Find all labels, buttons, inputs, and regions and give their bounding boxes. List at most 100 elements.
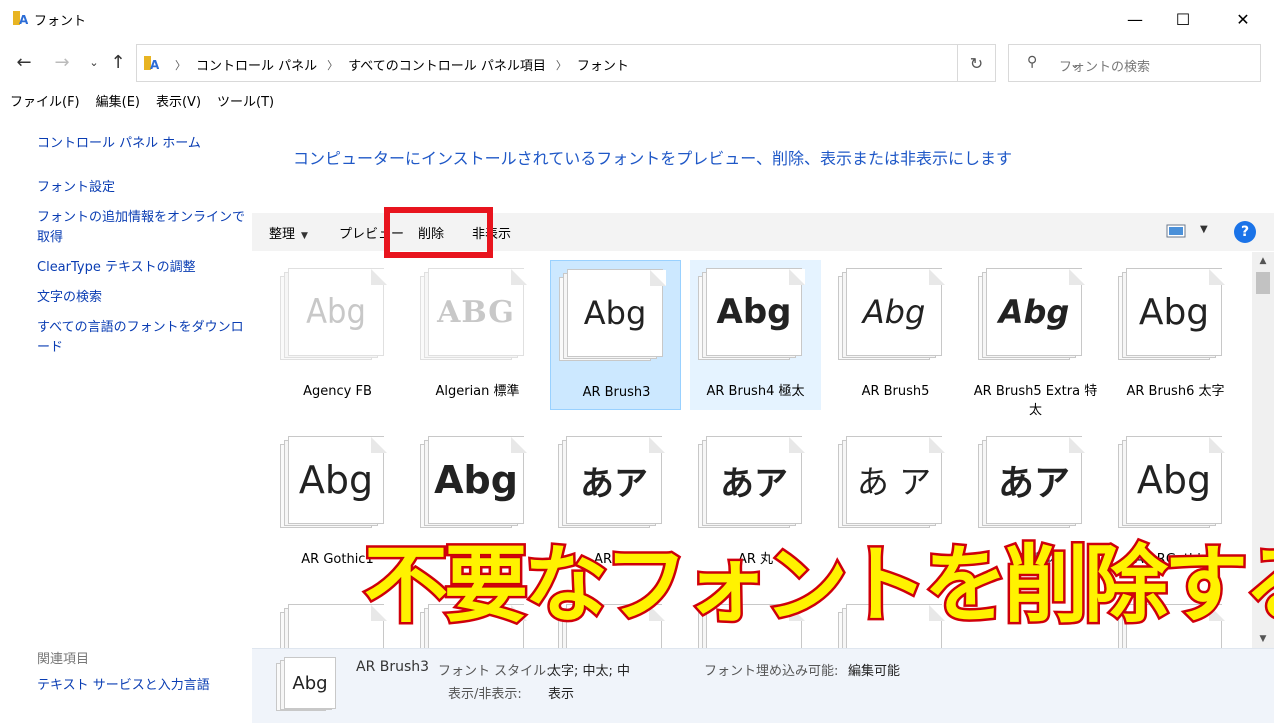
font-file-icon: Abg xyxy=(559,269,666,361)
detail-embed-label: フォント埋め込み可能: xyxy=(704,664,839,679)
chevron-right-icon[interactable]: 〉 xyxy=(327,57,338,73)
menu-file[interactable]: ファイル(F) xyxy=(0,92,86,114)
title-bar: A フォント — ☐ ✕ xyxy=(0,0,1274,38)
caption-text: 不要なフォントを削除する xyxy=(361,534,1274,637)
detail-visibility-value: 表示 xyxy=(548,687,575,702)
font-name-label: Algerian 標準 xyxy=(435,384,520,399)
chevron-right-icon[interactable]: 〉 xyxy=(175,57,186,73)
font-sample: あア xyxy=(997,463,1070,504)
font-name-label: Agency FB xyxy=(303,384,372,399)
menu-bar: ファイル(F) 編集(E) 表示(V) ツール(T) xyxy=(0,92,280,114)
svg-text:A: A xyxy=(150,58,159,71)
font-name-label: AR Brush6 太字 xyxy=(1126,384,1225,399)
dropdown-arrow-icon: ▼ xyxy=(301,231,308,241)
navigation-bar: ← → ⌄ ↑ A 〉 コントロール パネル 〉 すべてのコントロール パネル項… xyxy=(0,42,1274,82)
address-bar[interactable]: A 〉 コントロール パネル 〉 すべてのコントロール パネル項目 〉 フォント… xyxy=(136,44,1080,82)
scroll-thumb[interactable] xyxy=(1256,272,1270,294)
font-sample: Abg xyxy=(998,293,1070,331)
window-title: フォント xyxy=(34,14,87,29)
font-tile[interactable]: Abg AR Brush3 xyxy=(550,260,681,410)
font-name-label: AR Brush5 Extra 特太 xyxy=(973,384,1098,418)
font-sample: Abg xyxy=(1138,291,1210,333)
forward-arrow-icon[interactable]: → xyxy=(50,50,74,74)
detail-embed-value: 編集可能 xyxy=(848,664,901,679)
font-tile[interactable]: ABG Algerian 標準 xyxy=(412,260,543,410)
font-tile[interactable]: Abg Agency FB xyxy=(272,260,403,410)
fonts-folder-icon: A xyxy=(13,11,28,26)
font-sample: あ ア xyxy=(856,463,932,501)
font-sample: Abg xyxy=(1136,458,1212,502)
fonts-folder-icon: A xyxy=(144,56,159,71)
download-fonts-link[interactable]: すべての言語のフォントをダウンロード xyxy=(37,318,252,358)
refresh-icon[interactable]: ↻ xyxy=(958,44,996,82)
font-file-icon: あア xyxy=(558,436,665,528)
font-sample: Abg xyxy=(583,294,647,332)
font-settings-link[interactable]: フォント設定 xyxy=(37,178,115,198)
font-file-icon: Abg xyxy=(420,436,527,528)
font-sample: ABG xyxy=(437,294,515,330)
search-input[interactable]: ⚲ フォントの検索 xyxy=(1008,44,1261,82)
find-character-link[interactable]: 文字の検索 xyxy=(37,288,102,308)
detail-style-label: フォント スタイル: xyxy=(438,664,551,679)
font-file-icon: Abg xyxy=(978,268,1085,360)
svg-text:A: A xyxy=(19,13,28,26)
up-arrow-icon[interactable]: ↑ xyxy=(106,50,130,74)
font-file-icon: ABG xyxy=(420,268,527,360)
back-arrow-icon[interactable]: ← xyxy=(12,50,36,74)
breadcrumb-fonts[interactable]: フォント xyxy=(577,55,629,74)
close-button[interactable]: ✕ xyxy=(1220,0,1266,38)
font-name-label: AR Brush4 極太 xyxy=(706,384,805,399)
organize-label: 整理 xyxy=(269,227,296,242)
font-file-icon: あア xyxy=(978,436,1085,528)
thumb-sample: Abg xyxy=(284,657,336,709)
menu-tools[interactable]: ツール(T) xyxy=(207,92,280,114)
organize-button[interactable]: 整理 ▼ xyxy=(269,223,308,242)
font-sample: Abg xyxy=(434,458,518,502)
maximize-button[interactable]: ☐ xyxy=(1160,0,1206,38)
font-file-icon: Abg xyxy=(280,268,387,360)
detail-style-value: 太字; 中太; 中 xyxy=(548,664,631,679)
help-icon[interactable]: ? xyxy=(1234,221,1256,243)
font-tile[interactable]: Abg AR Brush6 太字 xyxy=(1110,260,1241,410)
recent-locations-chevron-icon[interactable]: ⌄ xyxy=(82,50,106,74)
font-file-icon: あア xyxy=(698,436,805,528)
breadcrumb-control-panel[interactable]: コントロール パネル xyxy=(196,55,317,74)
font-file-icon: Abg xyxy=(280,436,387,528)
breadcrumb: 〉 コントロール パネル 〉 すべてのコントロール パネル項目 〉 フォント xyxy=(165,55,629,75)
breadcrumb-all-items[interactable]: すべてのコントロール パネル項目 xyxy=(348,55,546,74)
font-sample: Abg xyxy=(306,292,366,332)
view-options-icon[interactable] xyxy=(1166,223,1186,239)
control-panel-home-link[interactable]: コントロール パネル ホーム xyxy=(37,134,201,154)
detail-visibility-label: 表示/非表示: xyxy=(448,687,522,702)
details-pane: Abg AR Brush3 フォント スタイル: 太字; 中太; 中 表示/非表… xyxy=(252,648,1274,723)
search-placeholder: フォントの検索 xyxy=(1059,60,1151,75)
highlight-box xyxy=(384,207,493,258)
font-file-icon: Abg xyxy=(838,268,945,360)
overlay-caption: 不要なフォントを削除する xyxy=(358,518,1274,638)
menu-view[interactable]: 表示(V) xyxy=(146,92,207,114)
cleartype-link[interactable]: ClearType テキストの調整 xyxy=(37,258,196,278)
text-services-link[interactable]: テキスト サービスと入力言語 xyxy=(37,676,210,696)
font-sample: Abg xyxy=(716,292,792,332)
font-sample: あア xyxy=(580,463,648,504)
menu-edit[interactable]: 編集(E) xyxy=(86,92,146,114)
left-pane: コントロール パネル ホーム フォント設定 フォントの追加情報をオンラインで取得… xyxy=(0,116,252,723)
view-dropdown-icon[interactable]: ▼ xyxy=(1200,224,1208,235)
minimize-button[interactable]: — xyxy=(1112,0,1158,38)
font-name-label: AR Brush5 xyxy=(861,384,930,399)
font-sample: あア xyxy=(720,463,788,504)
font-file-icon: Abg xyxy=(698,268,805,360)
font-file-icon: あ ア xyxy=(838,436,945,528)
scroll-up-icon[interactable]: ▲ xyxy=(1252,252,1274,270)
page-title: コンピューターにインストールされているフォントをプレビュー、削除、表示または非表… xyxy=(293,149,1013,168)
chevron-right-icon[interactable]: 〉 xyxy=(556,57,567,73)
font-sample: Abg xyxy=(862,293,926,331)
font-thumbnail: Abg xyxy=(276,657,336,713)
font-tile[interactable]: Abg AR Brush5 Extra 特太 xyxy=(970,260,1101,418)
font-file-icon: Abg xyxy=(1118,436,1225,528)
font-info-online-link[interactable]: フォントの追加情報をオンラインで取得 xyxy=(37,208,249,248)
font-tile[interactable]: Abg AR Brush4 極太 xyxy=(690,260,821,410)
related-heading: 関連項目 xyxy=(37,652,90,667)
font-tile[interactable]: Abg AR Brush5 xyxy=(830,260,961,410)
font-name-label: AR Brush3 xyxy=(582,385,651,400)
